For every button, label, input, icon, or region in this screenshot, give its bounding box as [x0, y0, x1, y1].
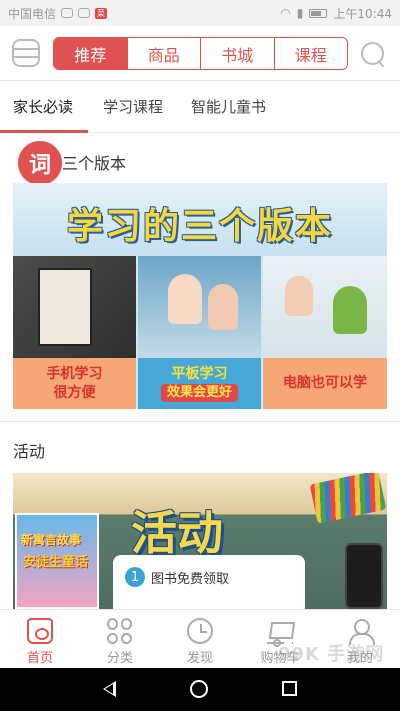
segment-recommend[interactable]: 推荐: [54, 38, 127, 69]
category-segmented-control: 推荐 商品 书城 课程: [53, 37, 348, 70]
parent-figure: [168, 274, 202, 324]
section-title-versions: 三个版本: [62, 154, 127, 173]
search-icon[interactable]: [359, 40, 387, 68]
recent-apps-icon[interactable]: [282, 681, 297, 696]
discover-icon: [187, 618, 213, 644]
app-badge: 菜: [95, 7, 108, 19]
segment-courses[interactable]: 课程: [273, 38, 347, 69]
watermark: 99K 手游网: [278, 644, 385, 665]
caption-phone: 手机学习 很方便: [13, 358, 136, 409]
activity-banner-title: 活动: [131, 506, 223, 560]
tab-discover-label: 发现: [186, 651, 213, 666]
tablet-learning-photo: [138, 256, 261, 358]
tab-category[interactable]: 分类: [80, 610, 160, 668]
child-figure-3: [333, 286, 367, 334]
wifi-icon: ◠: [280, 6, 291, 20]
status-bar: 中国电信 菜 ◠ ▮ 上午10:44: [0, 0, 400, 26]
caption-phone-line2: 很方便: [53, 384, 96, 401]
storybook-cover-image: 新寓言故事 安徒生童话: [15, 513, 99, 609]
sub-tabs: 家长必读 学习课程 智能儿童书: [0, 81, 400, 133]
book-cover-text-1: 新寓言故事: [21, 533, 82, 547]
caption-tablet: 平板学习 效果会更好: [138, 358, 261, 409]
chat-icon: [78, 8, 91, 18]
book-cover-text-2: 安徒生童话: [23, 555, 89, 570]
segment-products[interactable]: 商品: [126, 38, 200, 69]
tab-smart-kids-books[interactable]: 智能儿童书: [191, 96, 266, 117]
tab-home[interactable]: 首页: [0, 610, 80, 668]
carrier-label: 中国电信: [8, 6, 57, 21]
tab-learning-courses[interactable]: 学习课程: [103, 96, 163, 117]
home-icon: [27, 618, 53, 644]
signal-icon: ▮: [296, 6, 304, 20]
list-item-text: 图书免费领取: [151, 571, 230, 587]
tab-parents-must-read[interactable]: 家长必读: [13, 96, 73, 117]
tab-category-label: 分类: [106, 651, 133, 666]
battery-icon: [309, 8, 328, 18]
banner-title: 学习的三个版本: [66, 206, 333, 247]
computer-learning-photo: [263, 256, 387, 358]
top-nav: 推荐 商品 书城 课程: [0, 26, 400, 80]
child-figure-2: [285, 276, 313, 316]
notification-icon: [61, 8, 74, 18]
phone-device-image: [38, 268, 92, 346]
home-circle-icon[interactable]: [190, 680, 208, 698]
caption-tablet-line1: 平板学习: [171, 366, 228, 383]
caption-phone-line1: 手机学习: [46, 365, 103, 382]
activity-card: 1 图书免费领取: [113, 555, 305, 609]
caption-computer-line1: 电脑也可以学: [283, 375, 367, 392]
list-item-number: 1: [125, 567, 145, 587]
status-time: 上午10:44: [333, 6, 392, 21]
segment-bookstore[interactable]: 书城: [200, 38, 274, 69]
activity-banner[interactable]: 活动 新寓言故事 安徒生童话 1 图书免费领取: [13, 473, 387, 609]
section-separator: [0, 421, 400, 422]
back-icon[interactable]: [103, 681, 116, 697]
category-icon: [107, 618, 133, 644]
activity-list-item[interactable]: 1 图书免费领取: [125, 567, 229, 587]
phone-learning-photo: [13, 256, 136, 358]
caption-tablet-line2: 效果会更好: [160, 384, 238, 402]
tab-discover[interactable]: 发现: [160, 610, 240, 668]
versions-banner[interactable]: 学习的三个版本 手机学习 很方便 平板学习 效果会更好 电脑也可以学: [13, 183, 387, 409]
system-nav-bar: [0, 668, 400, 711]
active-tab-underline: [0, 130, 88, 133]
section-title-activity: 活动: [13, 442, 46, 461]
menu-icon[interactable]: [12, 39, 40, 67]
child-figure: [208, 284, 238, 330]
caption-computer: 电脑也可以学: [263, 358, 387, 409]
music-player-image: [345, 543, 383, 609]
tab-home-label: 首页: [26, 651, 53, 666]
dictionary-float-button[interactable]: 词: [18, 141, 62, 185]
